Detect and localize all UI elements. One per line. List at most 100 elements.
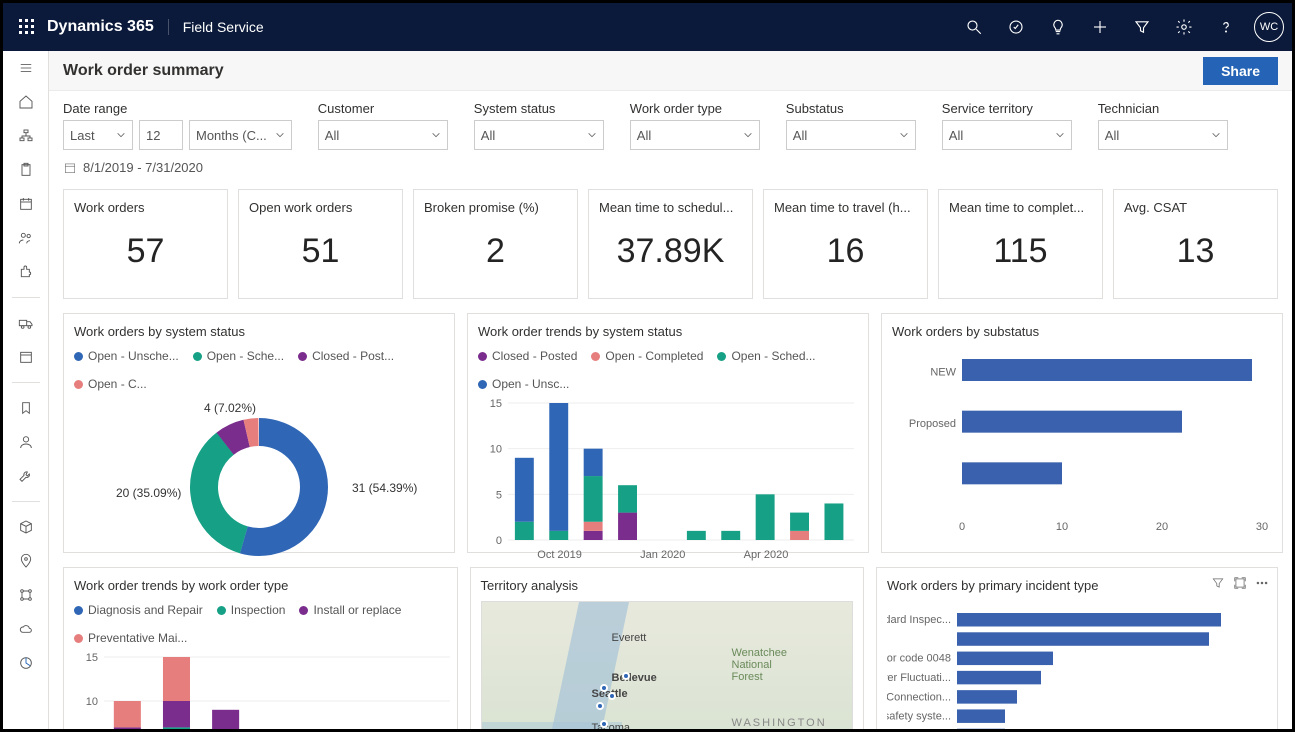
donut-chart: 31 (54.39%) 20 (35.09%) 4 (7.02%) [74,397,444,567]
filter-label-territory: Service territory [942,101,1072,116]
filter-bar: Date range Last 12 Months (C... 8/1/2019… [63,101,1278,175]
stacked-bar-chart: 051015Oct 2019Jan 2020Apr 2020 [478,397,858,562]
svg-text:NEW: NEW [930,367,956,379]
panel-territory[interactable]: Territory analysis Everett Bellevue Seat… [470,567,865,729]
calendar-icon[interactable] [12,193,40,215]
hbar-chart: Standard Inspec... Error code 0048 Power F… [887,593,1267,729]
search-icon[interactable] [954,7,994,47]
user-avatar[interactable]: WC [1254,12,1284,42]
panel-trends-status[interactable]: Work order trends by system status Close… [467,313,869,553]
hbar-chart: NEW Proposed 0 10 20 30 [892,339,1272,534]
svg-text:10: 10 [490,444,502,456]
bookmark-icon[interactable] [12,397,40,419]
card-focus-icon[interactable] [1233,576,1247,593]
brand-label: Dynamics 365 [47,18,154,36]
svg-text:31 (54.39%): 31 (54.39%) [352,481,417,495]
map-pin-icon[interactable] [12,550,40,572]
filter-label-systemstatus: System status [474,101,604,116]
date-unit-select[interactable]: Months (C... [189,120,292,150]
svg-text:Proposed: Proposed [909,418,956,430]
systemstatus-select[interactable]: All [474,120,604,150]
svg-text:10: 10 [1056,521,1068,533]
service-label: Field Service [168,19,264,35]
person-icon[interactable] [12,431,40,453]
help-icon[interactable] [1206,7,1246,47]
truck-icon[interactable] [12,312,40,334]
cloud-icon[interactable] [12,618,40,640]
stacked-bar-chart: 051015 [74,651,454,729]
territory-select[interactable]: All [942,120,1072,150]
lightbulb-icon[interactable] [1038,7,1078,47]
panel-incident-type[interactable]: Work orders by primary incident type Sta… [876,567,1278,729]
top-icon-bar: WC [954,7,1284,47]
kpi-row: Work orders57 Open work orders51 Broken … [63,189,1278,299]
kpi-card[interactable]: Open work orders51 [238,189,403,299]
kpi-card[interactable]: Broken promise (%)2 [413,189,578,299]
svg-text:0: 0 [496,535,502,547]
package-icon[interactable] [12,516,40,538]
menu-toggle-icon[interactable] [12,57,40,79]
schedule-icon[interactable] [12,346,40,368]
panel-trends-type[interactable]: Work order trends by work order type Dia… [63,567,458,729]
legend: Open - Unsche... Open - Sche... Closed -… [74,349,444,391]
connections-icon[interactable] [12,584,40,606]
svg-text:Oct 2019: Oct 2019 [537,549,582,561]
svg-text:30: 30 [1256,521,1268,533]
svg-text:20: 20 [1156,521,1168,533]
kpi-card[interactable]: Mean time to schedul...37.89K [588,189,753,299]
app-launcher-icon[interactable] [11,11,43,43]
svg-text:Standard Inspec...: Standard Inspec... [887,614,951,626]
kpi-card[interactable]: Avg. CSAT13 [1113,189,1278,299]
date-preset-select[interactable]: Last [63,120,133,150]
add-icon[interactable] [1080,7,1120,47]
task-flow-icon[interactable] [996,7,1036,47]
svg-text:Fire safety syste...: Fire safety syste... [887,711,951,723]
home-icon[interactable] [12,91,40,113]
card-filter-icon[interactable] [1211,576,1225,593]
svg-text:0: 0 [959,521,965,533]
filter-label-customer: Customer [318,101,448,116]
kpi-card[interactable]: Mean time to complet...115 [938,189,1103,299]
wrench-icon[interactable] [12,465,40,487]
share-button[interactable]: Share [1203,57,1278,85]
wotype-select[interactable]: All [630,120,760,150]
svg-text:20 (35.09%): 20 (35.09%) [116,486,181,500]
filter-label-substatus: Substatus [786,101,916,116]
chart-icon[interactable] [12,652,40,674]
filter-label-technician: Technician [1098,101,1228,116]
svg-text:Power Fluctuati...: Power Fluctuati... [887,672,951,684]
sitemap-icon[interactable] [12,125,40,147]
card-more-icon[interactable] [1255,576,1269,593]
settings-icon[interactable] [1164,7,1204,47]
svg-text:4 (7.02%): 4 (7.02%) [204,401,256,415]
global-top-bar: Dynamics 365 Field Service WC [3,3,1292,51]
date-count-select[interactable]: 12 [139,120,183,150]
svg-text:10: 10 [86,696,98,708]
technician-select[interactable]: All [1098,120,1228,150]
date-range-span: 8/1/2019 - 7/31/2020 [63,160,292,175]
panel-substatus[interactable]: Work orders by substatus NEWProposed0102… [881,313,1283,553]
page-header: Work order summary Share [49,51,1292,91]
svg-text:Error code 0048: Error code 0048 [887,653,951,665]
filter-label-daterange: Date range [63,101,292,116]
legend: Closed - Posted Open - Completed Open - … [478,349,858,391]
svg-text:15: 15 [490,398,502,410]
customer-select[interactable]: All [318,120,448,150]
clipboard-icon[interactable] [12,159,40,181]
map[interactable]: Everett Bellevue Seattle Tacoma WASHINGT… [481,601,854,729]
kpi-card[interactable]: Work orders57 [63,189,228,299]
people-icon[interactable] [12,227,40,249]
left-nav [3,51,49,729]
puzzle-icon[interactable] [12,261,40,283]
filter-icon[interactable] [1122,7,1162,47]
svg-text:5: 5 [496,489,502,501]
legend: Diagnosis and Repair Inspection Install … [74,603,447,645]
page-title: Work order summary [63,62,224,80]
kpi-card[interactable]: Mean time to travel (h...16 [763,189,928,299]
svg-text:15: 15 [86,652,98,664]
substatus-select[interactable]: All [786,120,916,150]
filter-label-wotype: Work order type [630,101,760,116]
panel-wo-by-status[interactable]: Work orders by system status Open - Unsc… [63,313,455,553]
svg-text:Apr 2020: Apr 2020 [744,549,789,561]
svg-text:Line Connection...: Line Connection... [887,691,951,703]
